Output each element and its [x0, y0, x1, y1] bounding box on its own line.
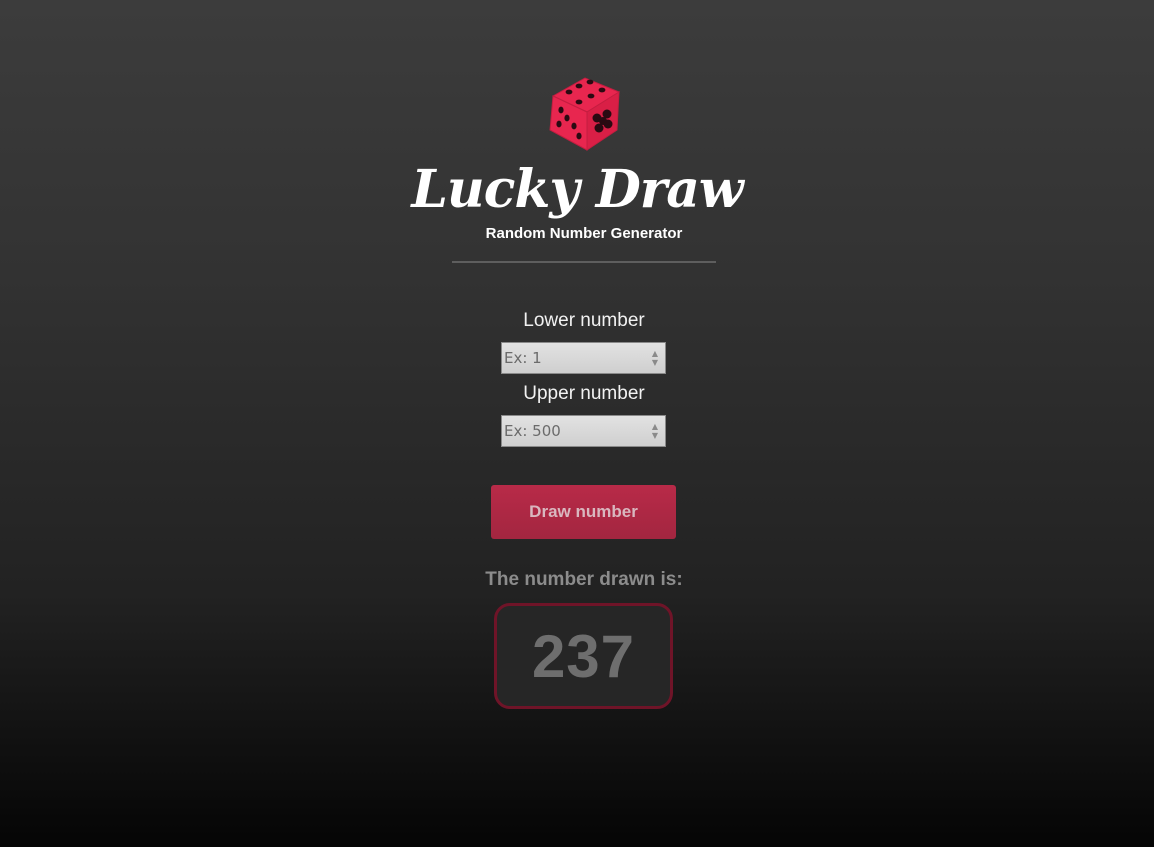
- lower-number-spinner[interactable]: ▲ ▼: [648, 346, 662, 370]
- app-subtitle: Random Number Generator: [485, 225, 683, 242]
- lower-number-placeholder: Ex: 1: [504, 349, 542, 367]
- spinner-down-icon[interactable]: ▼: [652, 431, 658, 440]
- dice-icon: [549, 77, 621, 151]
- draw-number-button[interactable]: Draw number: [491, 485, 676, 539]
- lower-number-input[interactable]: Ex: 1 ▲ ▼: [501, 342, 666, 374]
- upper-number-label: Upper number: [523, 383, 645, 404]
- lower-number-label: Lower number: [523, 310, 645, 331]
- result-value: 237: [531, 622, 636, 690]
- upper-number-placeholder: Ex: 500: [504, 422, 561, 440]
- header-divider: [452, 261, 716, 263]
- upper-number-input[interactable]: Ex: 500 ▲ ▼: [501, 415, 666, 447]
- result-box: 237: [494, 603, 673, 709]
- spinner-up-icon[interactable]: ▲: [652, 349, 658, 358]
- upper-number-spinner[interactable]: ▲ ▼: [648, 419, 662, 443]
- result-label: The number drawn is:: [485, 569, 683, 590]
- lucky-draw-app: Lucky Draw Random Number Generator Lower…: [0, 0, 1154, 847]
- spinner-down-icon[interactable]: ▼: [652, 358, 658, 367]
- app-title: Lucky Draw: [411, 159, 743, 220]
- spinner-up-icon[interactable]: ▲: [652, 422, 658, 431]
